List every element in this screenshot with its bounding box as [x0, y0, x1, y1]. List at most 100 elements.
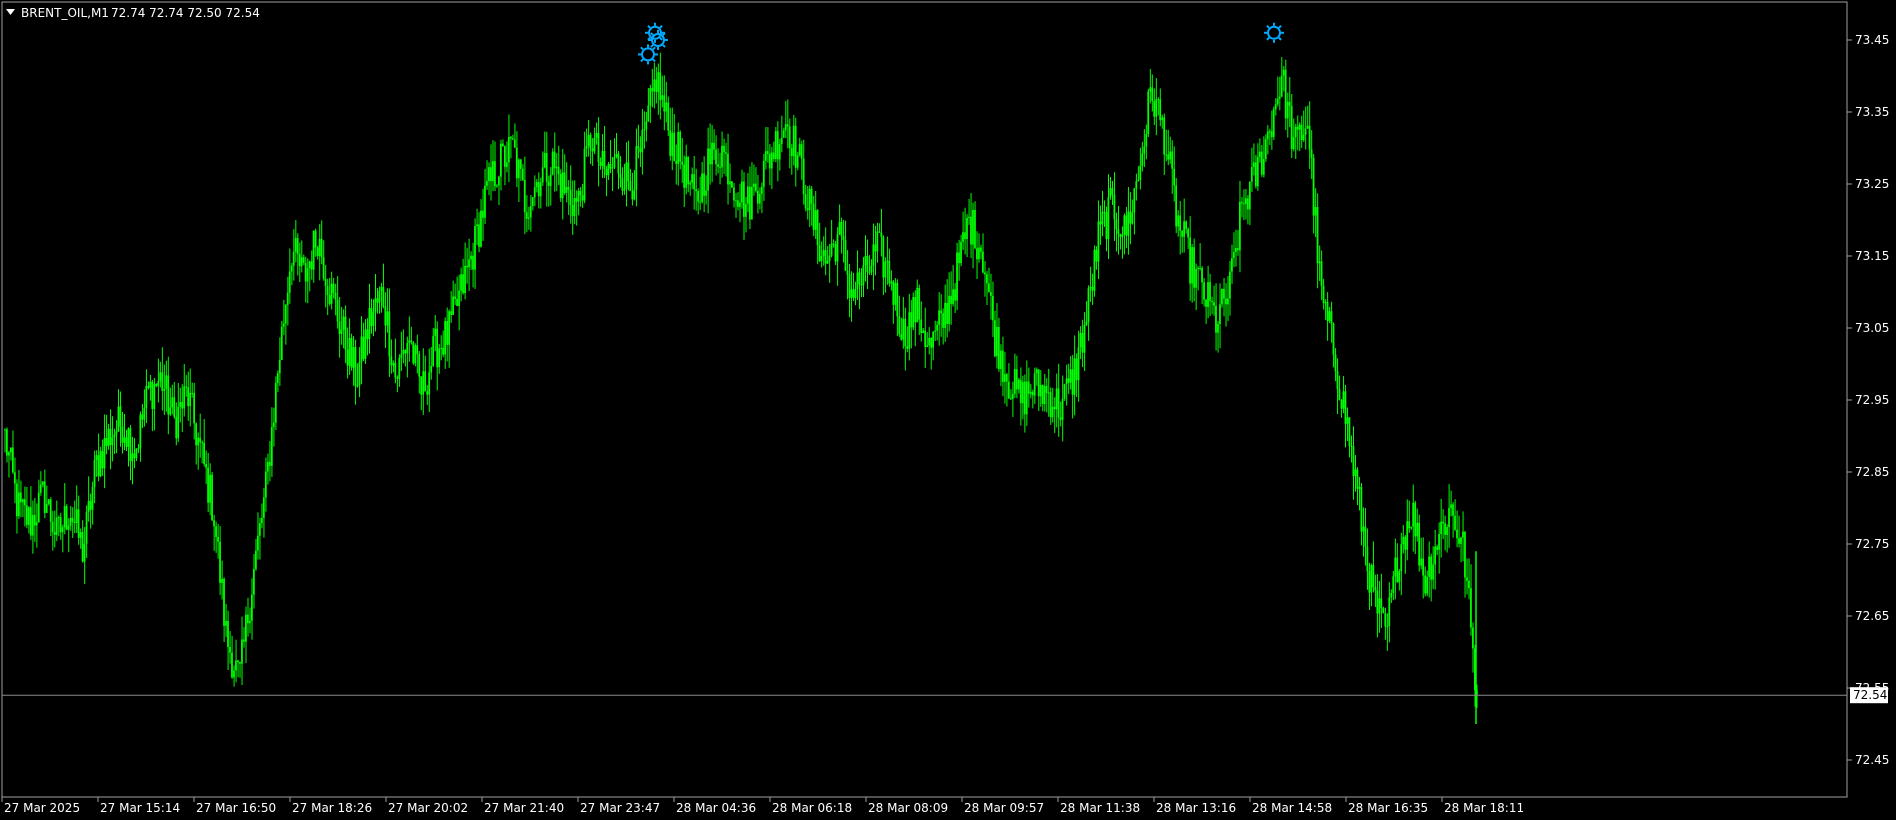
candle-body — [742, 181, 745, 217]
candle-body — [1045, 385, 1048, 393]
candle-body — [527, 217, 530, 219]
candle-body — [420, 376, 423, 395]
candle-body — [1396, 557, 1399, 583]
candle-body — [213, 520, 215, 527]
candle-body — [966, 217, 968, 240]
candle-body — [954, 289, 956, 301]
y-tick-label: 73.45 — [1855, 33, 1889, 47]
candle-body — [768, 153, 771, 169]
candle-body — [840, 222, 843, 237]
candle-body — [11, 447, 14, 473]
candle-body — [199, 437, 201, 443]
candle-body — [611, 167, 614, 169]
candle-body — [758, 193, 761, 204]
candle-body — [256, 535, 259, 551]
candle-body — [1344, 391, 1347, 424]
candle-body — [129, 428, 132, 462]
candle-body — [575, 197, 578, 202]
candle-body — [404, 349, 407, 354]
candle-body — [368, 308, 371, 340]
candle-body — [1390, 592, 1393, 598]
current-price-label: 72.54 — [1853, 688, 1887, 702]
candle-body — [784, 124, 787, 131]
candle-body — [438, 348, 441, 368]
candle-body — [962, 232, 964, 242]
candle-body — [601, 150, 604, 166]
candle-body — [414, 345, 417, 364]
candle-body — [366, 329, 369, 340]
candle-body — [1438, 534, 1440, 550]
candle-body — [227, 620, 229, 647]
candle-body — [711, 142, 713, 165]
candle-body — [1392, 576, 1395, 593]
candle-body — [541, 167, 544, 183]
chart-window[interactable]: 73.45 73.35 73.25 73.15 73.05 72.95 72.85 72.75… — [0, 0, 1896, 820]
candle-body — [559, 174, 562, 199]
candle-body — [583, 148, 586, 201]
candle-body — [1125, 215, 1128, 236]
candle-body — [1181, 230, 1184, 237]
x-tick-label: 28 Mar 09:57 — [964, 801, 1044, 815]
candle-body — [476, 224, 478, 227]
candle-body — [1099, 221, 1102, 225]
candle-body — [754, 183, 757, 191]
candle-body — [715, 149, 717, 165]
candle-body — [910, 312, 913, 328]
candle-body — [1071, 369, 1074, 395]
candle-body — [665, 102, 668, 112]
candle-body — [569, 189, 572, 206]
candle-body — [1163, 117, 1166, 155]
candle-body — [1274, 104, 1277, 110]
candle-body — [336, 299, 339, 322]
candle-body — [1328, 311, 1331, 321]
candle-body — [631, 191, 634, 200]
candle-body — [1452, 504, 1454, 516]
candle-body — [1139, 165, 1142, 180]
candle-body — [292, 251, 295, 266]
candle-body — [1033, 373, 1036, 396]
candle-body — [595, 132, 598, 138]
candle-body — [653, 79, 656, 92]
price-chart[interactable]: 73.45 73.35 73.25 73.15 73.05 72.95 72.85 72.75… — [0, 0, 1896, 820]
candle-body — [683, 164, 686, 188]
candle-body — [1003, 374, 1006, 382]
y-tick-label: 73.35 — [1855, 105, 1889, 119]
candle-body — [448, 311, 450, 345]
candle-body — [836, 234, 839, 262]
candle-body — [270, 427, 273, 466]
candle-body — [780, 137, 783, 145]
candle-body — [19, 492, 22, 503]
candle-body — [428, 372, 431, 395]
x-tick-label: 28 Mar 16:35 — [1348, 801, 1428, 815]
candle-body — [1292, 137, 1295, 150]
candle-body — [480, 210, 482, 247]
candle-body — [426, 391, 429, 395]
candle-body — [778, 144, 781, 160]
candle-body — [1246, 198, 1249, 210]
candle-body — [390, 356, 393, 366]
candle-body — [185, 386, 188, 388]
candle-body — [1238, 201, 1241, 251]
candle-body — [898, 316, 901, 335]
candle-body — [619, 173, 622, 179]
candle-body — [830, 243, 833, 256]
candle-body — [1055, 388, 1058, 410]
candle-body — [1338, 388, 1341, 401]
candle-body — [85, 511, 88, 544]
candle-body — [621, 178, 624, 191]
candle-body — [1063, 384, 1066, 399]
candle-body — [956, 252, 958, 301]
candle-body — [1290, 106, 1293, 150]
candle-body — [39, 484, 42, 493]
candle-body — [523, 180, 526, 213]
candle-body — [308, 261, 311, 269]
candle-body — [352, 347, 355, 368]
x-tick-label: 27 Mar 20:02 — [388, 801, 468, 815]
candle-body — [454, 296, 456, 299]
candle-body — [942, 313, 944, 328]
candle-body — [804, 194, 807, 209]
candle-body — [842, 236, 845, 240]
candle-body — [121, 426, 124, 443]
candle-body — [770, 152, 773, 169]
candle-body — [306, 268, 309, 282]
